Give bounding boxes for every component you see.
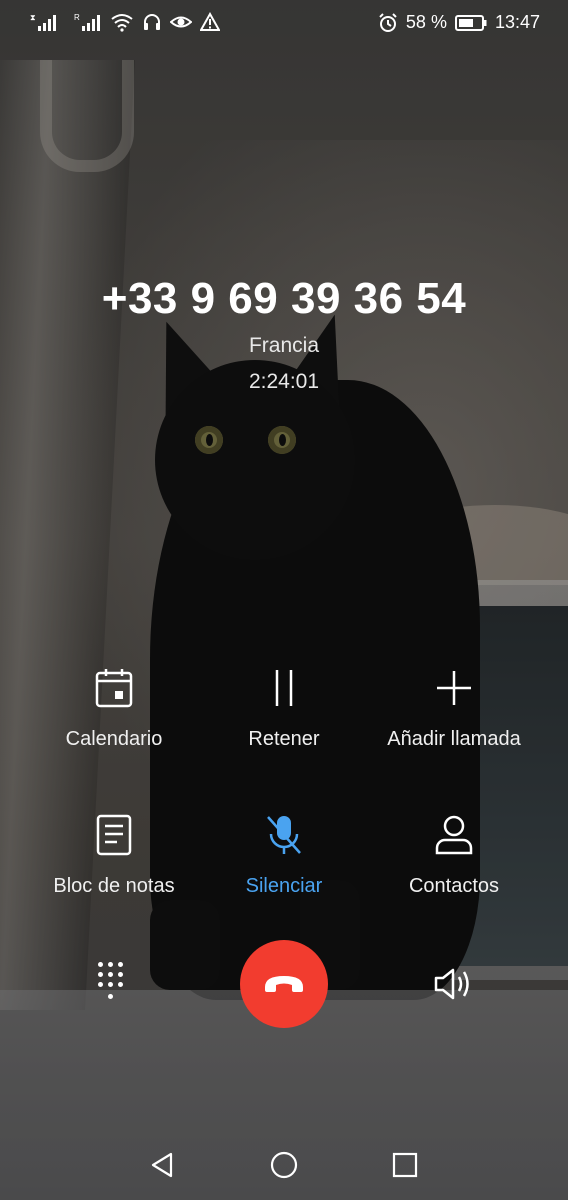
mute-button[interactable]: Silenciar (189, 813, 379, 898)
navigation-bar (0, 1140, 568, 1190)
battery-icon (454, 14, 487, 31)
recents-button[interactable] (390, 1150, 420, 1180)
back-icon (151, 1152, 173, 1178)
pause-icon (275, 670, 293, 706)
calendar-label: Calendario (65, 728, 163, 750)
svg-text:R: R (74, 13, 80, 22)
caller-number: +33 9 69 39 36 54 (101, 274, 467, 323)
notes-button[interactable]: Bloc de notas (19, 813, 209, 898)
warning-icon (200, 12, 220, 31)
status-bar: ⧗ R 58 % 13:47 (0, 0, 568, 48)
status-time: 13:47 (494, 12, 540, 32)
battery-percent: 58 % (405, 12, 447, 32)
eye-comfort-icon (170, 16, 192, 28)
recents-icon (392, 1152, 418, 1178)
home-icon (270, 1151, 298, 1179)
add-call-label: Añadir llamada (387, 728, 521, 750)
contacts-label: Contactos (408, 875, 500, 897)
calendar-icon (95, 669, 133, 708)
mute-label: Silenciar (245, 875, 323, 897)
notes-label: Bloc de notas (53, 875, 175, 897)
call-duration: 2:24:01 (248, 370, 320, 393)
notepad-icon (96, 814, 132, 856)
svg-text:⧗: ⧗ (30, 13, 36, 22)
wifi-icon (111, 14, 133, 32)
back-button[interactable] (147, 1150, 177, 1180)
hold-label: Retener (248, 728, 320, 750)
contact-person-icon (435, 815, 473, 855)
plus-icon (437, 671, 471, 705)
end-call-button[interactable] (240, 940, 328, 1028)
alarm-icon (379, 12, 397, 32)
contacts-button[interactable]: Contactos (359, 813, 549, 898)
speaker-icon[interactable] (432, 964, 476, 1004)
microphone-muted-icon (267, 816, 301, 854)
add-call-button[interactable]: Añadir llamada (359, 666, 549, 751)
sim1-signal-icon: ⧗ (30, 13, 56, 31)
hold-button[interactable]: Retener (189, 666, 379, 751)
headset-icon (144, 14, 160, 30)
dialpad-icon[interactable] (94, 960, 134, 1010)
calendar-button[interactable]: Calendario (19, 666, 209, 751)
home-button[interactable] (269, 1150, 299, 1180)
caller-location: Francia (248, 334, 320, 357)
sim2-signal-icon: R (74, 13, 100, 31)
end-call-icon (265, 976, 303, 992)
